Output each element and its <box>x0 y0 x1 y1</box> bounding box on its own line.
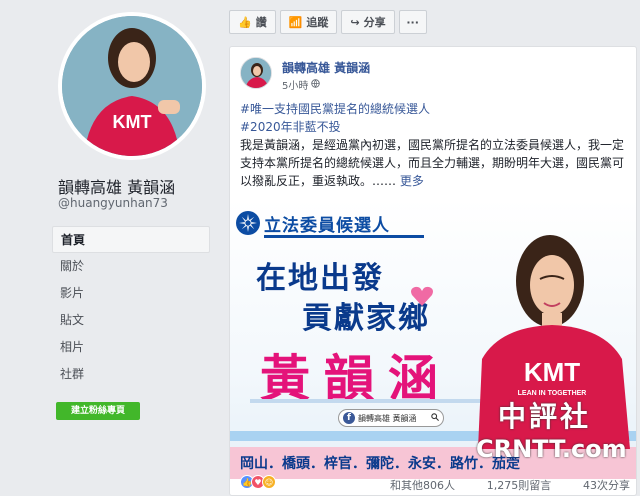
thumbs-up-icon: 👍 <box>238 15 252 29</box>
page-nav: 首頁 關於 影片 貼文 相片 社群 <box>52 226 210 388</box>
share-arrow-icon: ↪ <box>350 15 360 29</box>
more-options-button[interactable]: ··· <box>398 10 427 34</box>
see-more-link[interactable]: 更多 <box>400 174 424 188</box>
hashtag-link[interactable]: #唯一支持國民黨提名的總統候選人 <box>240 100 632 118</box>
page-name[interactable]: 韻轉高雄 黃韻涵 <box>58 174 175 198</box>
share-button[interactable]: ↪ 分享 <box>341 10 395 34</box>
slogan-line-1: 在地出發 <box>256 261 384 296</box>
name-underline <box>250 399 500 403</box>
facebook-search-text: 韻轉高雄 黃韻涵 <box>358 413 417 423</box>
profile-photo: KMT <box>62 16 202 156</box>
post-stats: 和其他806人 1,275則留言 43次分享 <box>390 477 630 493</box>
ellipsis-icon: ··· <box>406 15 419 29</box>
reactions-summary[interactable]: 👍 ♥ ☺ <box>240 475 276 489</box>
nav-item-posts[interactable]: 貼文 <box>52 307 210 334</box>
follow-label: 追蹤 <box>306 16 329 29</box>
post-author-name[interactable]: 韻轉高雄 黃韻涵 <box>282 59 370 76</box>
shirt-logo-text: KMT <box>113 112 152 132</box>
post-time-label: 5小時 <box>282 81 309 92</box>
author-avatar-illustration <box>241 58 271 88</box>
profile-photo-illustration: KMT <box>62 16 202 156</box>
haha-reaction-icon: ☺ <box>262 475 276 489</box>
hashtag-link[interactable]: #2020年非藍不投 <box>240 118 632 136</box>
nav-item-photos[interactable]: 相片 <box>52 334 210 361</box>
header-underline <box>264 235 424 238</box>
nav-item-community[interactable]: 社群 <box>52 361 210 388</box>
post-card: 韻轉高雄 黃韻涵 5小時 #唯一支持國民黨提名的總統候選人 #2020年非藍不投… <box>229 46 637 496</box>
rss-icon: 📶 <box>288 15 303 29</box>
heart-icon <box>411 286 433 306</box>
watermark-english: CRNTT.com <box>476 435 627 463</box>
like-label: 讚 <box>255 16 267 29</box>
nav-item-videos[interactable]: 影片 <box>52 280 210 307</box>
like-button[interactable]: 👍 讚 <box>229 10 276 34</box>
campaign-image[interactable]: 立法委員候選人 在地出發 貢獻家鄉 黃韻涵 f 韻轉高雄 黃韻涵 KMT LEA… <box>230 199 636 479</box>
post-body: 我是黃韻涵，是經過黨內初選，國民黨所提名的立法委員候選人，我一定支持本黨所提名的… <box>240 138 625 188</box>
candidate-title: 立法委員候選人 <box>264 216 390 236</box>
shirt-logo-text: KMT <box>524 357 580 387</box>
post-text: #唯一支持國民黨提名的總統候選人 #2020年非藍不投 我是黃韻涵，是經過黨內初… <box>240 100 632 190</box>
shares-count[interactable]: 43次分享 <box>583 477 630 493</box>
post-timestamp[interactable]: 5小時 <box>282 77 321 92</box>
watermark-chinese: 中評社 <box>498 400 592 433</box>
nav-item-home[interactable]: 首頁 <box>52 226 210 253</box>
facebook-icon: f <box>343 412 355 424</box>
globe-icon <box>311 78 321 91</box>
reactions-count[interactable]: 和其他806人 <box>390 477 455 493</box>
follow-button[interactable]: 📶 追蹤 <box>279 10 338 34</box>
post-author-avatar[interactable] <box>240 57 272 89</box>
kmt-emblem-icon <box>236 211 260 235</box>
create-page-button[interactable]: 建立粉絲專頁 <box>56 402 140 420</box>
search-icon <box>431 413 439 423</box>
comments-count[interactable]: 1,275則留言 <box>487 477 552 493</box>
page-action-bar: 👍 讚 📶 追蹤 ↪ 分享 ··· <box>229 10 427 34</box>
profile-picture[interactable]: KMT <box>58 12 206 160</box>
nav-item-about[interactable]: 關於 <box>52 253 210 280</box>
share-label: 分享 <box>363 16 386 29</box>
page-handle[interactable]: @huangyunhan73 <box>58 196 168 210</box>
facebook-search-badge: f 韻轉高雄 黃韻涵 <box>338 409 444 427</box>
